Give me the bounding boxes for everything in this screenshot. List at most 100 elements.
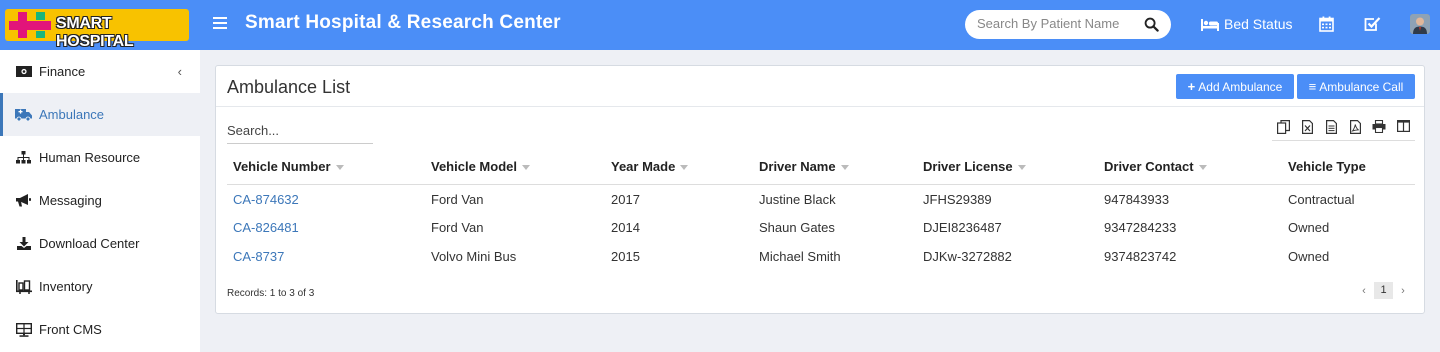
vehicle-model-cell: Volvo Mini Bus (431, 249, 517, 264)
vehicle-type-cell: Contractual (1288, 192, 1355, 208)
sidebar-item-inventory[interactable]: Inventory (0, 265, 200, 308)
column-header-year-made[interactable]: Year Made (605, 150, 753, 185)
columns-icon[interactable] (1391, 120, 1415, 136)
vehicle-type-cell: Owned (1288, 249, 1330, 264)
user-avatar-icon (1410, 14, 1430, 34)
sidebar-item-label: Messaging (39, 193, 102, 208)
driver-contact-cell: 9374823742 (1104, 249, 1177, 264)
ambulance-list-card: Ambulance List + Add Ambulance ≡ Ambulan… (215, 65, 1425, 314)
previous-page-button[interactable]: ‹ (1356, 285, 1372, 297)
chevron-left-icon: ‹ (177, 64, 182, 79)
sidebar-item-label: Human Resource (39, 150, 141, 165)
calendar-icon[interactable] (1319, 16, 1334, 32)
csv-icon[interactable] (1320, 120, 1344, 136)
pagination: ‹ 1 › (1356, 282, 1411, 299)
app-title: Smart Hospital & Research Center (245, 12, 561, 33)
sort-icon (1017, 165, 1026, 171)
sidebar-item-label: Ambulance (39, 107, 105, 122)
sort-icon (840, 165, 849, 171)
ambulance-table: Vehicle Number Vehicle Model Year Made D… (227, 150, 1415, 271)
sort-icon (680, 165, 689, 171)
year-made-cell: 2015 (611, 249, 640, 264)
export-toolbar (1272, 120, 1415, 141)
page-number-button[interactable]: 1 (1374, 282, 1393, 299)
bed-icon (1201, 18, 1219, 31)
download-icon (15, 236, 32, 251)
driver-license-cell: JFHS29389 (923, 192, 992, 208)
patient-search (965, 10, 1171, 39)
logo-cross-icon (9, 12, 51, 38)
column-header-vehicle-number[interactable]: Vehicle Number (227, 150, 425, 185)
driver-name-cell: Shaun Gates (759, 220, 835, 235)
sidebar-item-label: Download Center (39, 236, 140, 251)
vehicle-model-cell: Ford Van (431, 220, 484, 235)
menu-toggle-icon[interactable] (213, 17, 227, 29)
pdf-icon[interactable] (1343, 120, 1367, 136)
driver-name-cell: Michael Smith (759, 249, 841, 264)
cms-icon (15, 322, 32, 337)
vehicle-model-cell: Ford Van (431, 192, 484, 208)
vehicle-type-cell: Owned (1288, 220, 1330, 235)
logo-text: SMART HOSPITAL (56, 15, 134, 50)
sort-icon (521, 165, 530, 171)
vehicle-number-link[interactable]: CA-874632 (233, 192, 299, 207)
sidebar-item-label: Finance (39, 64, 86, 79)
column-header-vehicle-model[interactable]: Vehicle Model (425, 150, 605, 185)
column-header-vehicle-type[interactable]: Vehicle Type (1282, 150, 1415, 185)
list-icon: ≡ (1308, 79, 1317, 94)
add-ambulance-label: Add Ambulance (1198, 79, 1283, 94)
ambulance-call-button[interactable]: ≡ Ambulance Call (1297, 74, 1415, 99)
column-header-driver-name[interactable]: Driver Name (753, 150, 917, 185)
search-icon[interactable] (1144, 17, 1159, 32)
year-made-cell: 2017 (611, 192, 640, 208)
vehicle-number-link[interactable]: CA-826481 (233, 220, 299, 235)
user-avatar[interactable] (1410, 14, 1430, 34)
sitemap-icon (15, 150, 32, 165)
sort-icon (335, 165, 344, 171)
task-check-icon[interactable] (1364, 16, 1381, 32)
money-icon (15, 64, 32, 79)
add-ambulance-button[interactable]: + Add Ambulance (1176, 74, 1294, 99)
app-logo[interactable]: SMART HOSPITAL (5, 9, 189, 50)
next-page-button[interactable]: › (1395, 285, 1411, 297)
top-header: SMART HOSPITAL Smart Hospital & Research… (0, 0, 1440, 50)
sidebar-item-label: Front CMS (39, 322, 102, 337)
card-header-divider (216, 106, 1424, 107)
table-row: CA-874632 Ford Van 2017 Justine Black JF… (227, 184, 1415, 213)
vehicle-number-link[interactable]: CA-8737 (233, 249, 284, 264)
driver-contact-cell: 9347284233 (1104, 220, 1177, 235)
copy-icon[interactable] (1272, 120, 1296, 136)
year-made-cell: 2014 (611, 220, 640, 235)
sidebar-item-front-cms[interactable]: Front CMS (0, 308, 200, 351)
bed-status-label: Bed Status (1224, 16, 1293, 32)
column-header-driver-license[interactable]: Driver License (917, 150, 1098, 185)
patient-search-input[interactable] (977, 16, 1137, 31)
driver-name-cell: Justine Black (759, 192, 836, 208)
bullhorn-icon (15, 193, 32, 208)
driver-license-cell: DJEI8236487 (923, 220, 1002, 235)
excel-icon[interactable] (1296, 120, 1320, 136)
inventory-icon (15, 279, 32, 294)
ambulance-icon (15, 107, 32, 122)
driver-contact-cell: 947843933 (1104, 192, 1170, 208)
page-title: Ambulance List (227, 77, 351, 97)
sidebar-item-human-resource[interactable]: Human Resource (0, 136, 200, 179)
print-icon[interactable] (1367, 120, 1391, 136)
records-summary: Records: 1 to 3 of 3 (227, 288, 315, 299)
column-header-driver-contact[interactable]: Driver Contact (1098, 150, 1282, 185)
bed-status-button[interactable]: Bed Status (1201, 16, 1293, 32)
sort-icon (1198, 165, 1207, 171)
sidebar-item-label: Inventory (39, 279, 93, 294)
table-search-input[interactable] (227, 121, 373, 144)
sidebar-item-ambulance[interactable]: Ambulance (0, 93, 200, 136)
plus-icon: + (1187, 79, 1196, 94)
driver-license-cell: DJKw-3272882 (923, 249, 1012, 264)
table-header-row: Vehicle Number Vehicle Model Year Made D… (227, 150, 1415, 185)
ambulance-call-label: Ambulance Call (1319, 79, 1404, 94)
sidebar-item-messaging[interactable]: Messaging (0, 179, 200, 222)
sidebar: Finance ‹ Ambulance Human Resource Messa… (0, 50, 200, 352)
sidebar-item-download-center[interactable]: Download Center (0, 222, 200, 265)
table-row: CA-826481 Ford Van 2014 Shaun Gates DJEI… (227, 213, 1415, 242)
table-row: CA-8737 Volvo Mini Bus 2015 Michael Smit… (227, 242, 1415, 271)
sidebar-item-finance[interactable]: Finance ‹ (0, 50, 200, 93)
